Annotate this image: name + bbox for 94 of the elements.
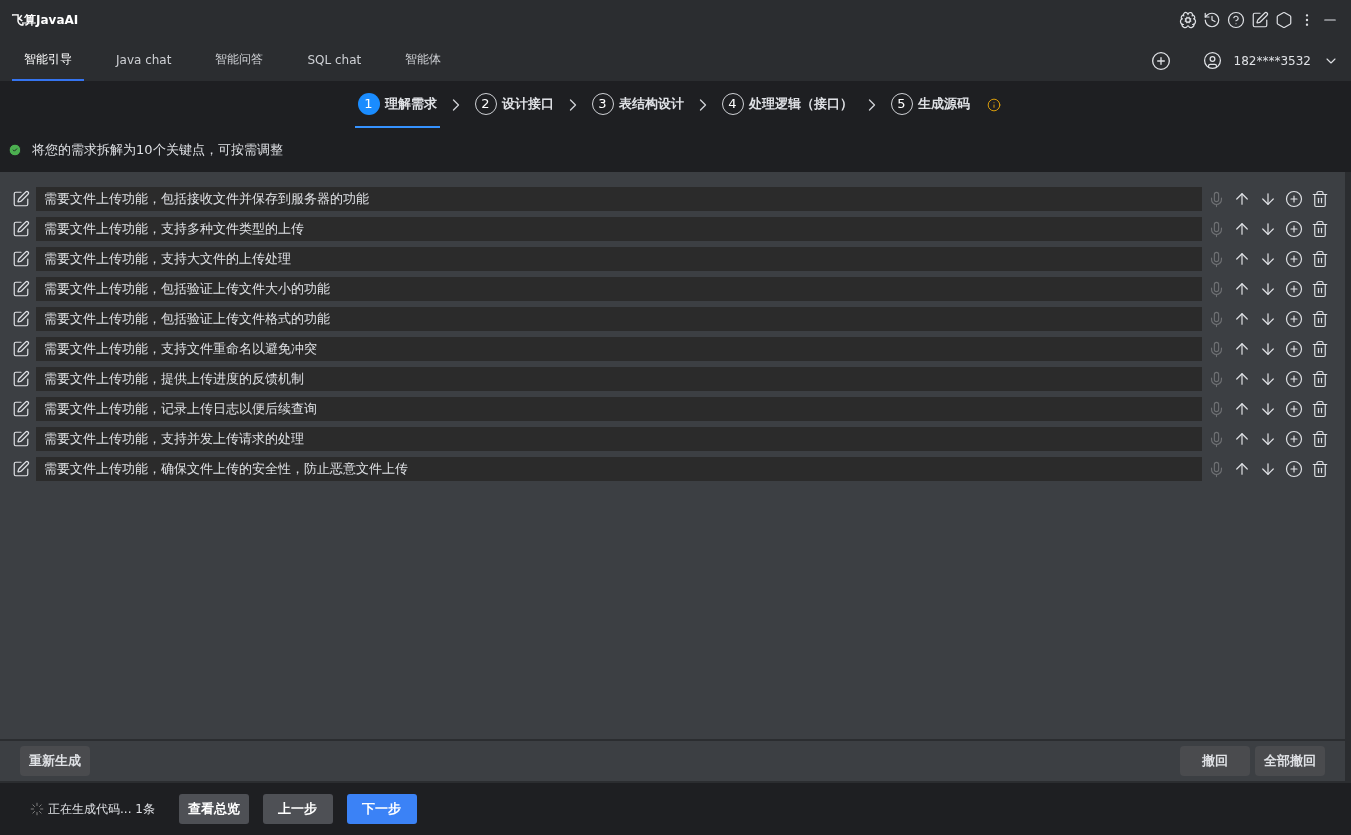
edit-icon[interactable] bbox=[12, 370, 30, 388]
delete-icon[interactable] bbox=[1311, 460, 1329, 478]
add-icon[interactable] bbox=[1285, 250, 1303, 268]
move-down-icon[interactable] bbox=[1259, 460, 1277, 478]
edit-icon[interactable] bbox=[12, 460, 30, 478]
move-down-icon[interactable] bbox=[1259, 220, 1277, 238]
requirement-field[interactable]: 需要文件上传功能，支持文件重命名以避免冲突 bbox=[36, 337, 1202, 361]
move-down-icon[interactable] bbox=[1259, 280, 1277, 298]
edit-icon[interactable] bbox=[12, 430, 30, 448]
edit-icon[interactable] bbox=[12, 280, 30, 298]
step-label: 表结构设计 bbox=[618, 94, 684, 113]
edit-icon[interactable] bbox=[1251, 11, 1269, 29]
progress-text: 正在生成代码... 1条 bbox=[48, 800, 155, 818]
requirement-field[interactable]: 需要文件上传功能，确保文件上传的安全性，防止恶意文件上传 bbox=[36, 457, 1202, 481]
tab[interactable]: 智能问答 bbox=[203, 40, 276, 81]
requirement-field[interactable]: 需要文件上传功能，记录上传日志以便后续查询 bbox=[36, 397, 1202, 421]
info-icon[interactable] bbox=[986, 97, 1001, 112]
add-icon[interactable] bbox=[1285, 340, 1303, 358]
footer-button[interactable]: 上一步 bbox=[262, 794, 333, 824]
user-icon[interactable] bbox=[1202, 51, 1222, 70]
requirement-field[interactable]: 需要文件上传功能，提供上传进度的反馈机制 bbox=[36, 367, 1202, 391]
move-down-icon[interactable] bbox=[1259, 400, 1277, 418]
edit-icon[interactable] bbox=[12, 190, 30, 208]
requirement-field[interactable]: 需要文件上传功能，包括接收文件并保存到服务器的功能 bbox=[36, 187, 1202, 211]
delete-icon[interactable] bbox=[1311, 340, 1329, 358]
step-tab[interactable]: 5 生成源码 bbox=[887, 81, 973, 128]
requirement-field[interactable]: 需要文件上传功能，包括验证上传文件格式的功能 bbox=[36, 307, 1202, 331]
delete-icon[interactable] bbox=[1311, 400, 1329, 418]
history-icon[interactable] bbox=[1203, 11, 1221, 29]
tab[interactable]: 智能引导 bbox=[12, 40, 84, 81]
tab[interactable]: 智能体 bbox=[393, 40, 454, 81]
step-tab[interactable]: 2 设计接口 bbox=[471, 81, 557, 128]
delete-icon[interactable] bbox=[1311, 310, 1329, 328]
requirement-field[interactable]: 需要文件上传功能，支持大文件的上传处理 bbox=[36, 247, 1202, 271]
step-number: 1 bbox=[357, 92, 380, 115]
regenerate-button[interactable]: 重新生成 bbox=[20, 746, 90, 776]
footer-button[interactable]: 下一步 bbox=[346, 794, 417, 824]
help-icon[interactable] bbox=[1227, 11, 1245, 29]
move-up-icon[interactable] bbox=[1233, 220, 1251, 238]
step-tab[interactable]: 1 理解需求 bbox=[354, 81, 440, 128]
add-icon[interactable] bbox=[1285, 430, 1303, 448]
delete-icon[interactable] bbox=[1311, 280, 1329, 298]
add-icon[interactable] bbox=[1285, 310, 1303, 328]
move-up-icon[interactable] bbox=[1233, 250, 1251, 268]
undo-button[interactable]: 全部撤回 bbox=[1255, 746, 1325, 776]
status-message: 将您的需求拆解为10个关键点，可按需调整 bbox=[32, 141, 283, 159]
move-down-icon[interactable] bbox=[1259, 430, 1277, 448]
add-icon[interactable] bbox=[1285, 400, 1303, 418]
edit-icon[interactable] bbox=[12, 250, 30, 268]
edit-icon[interactable] bbox=[12, 310, 30, 328]
tab[interactable]: Java chat bbox=[104, 40, 184, 81]
delete-icon[interactable] bbox=[1311, 220, 1329, 238]
spinner-icon bbox=[30, 802, 44, 816]
footer-button[interactable]: 查看总览 bbox=[178, 794, 249, 824]
requirement-field[interactable]: 需要文件上传功能，包括验证上传文件大小的功能 bbox=[36, 277, 1202, 301]
move-up-icon[interactable] bbox=[1233, 190, 1251, 208]
delete-icon[interactable] bbox=[1311, 190, 1329, 208]
requirement-field[interactable]: 需要文件上传功能，支持多种文件类型的上传 bbox=[36, 217, 1202, 241]
add-icon[interactable] bbox=[1285, 220, 1303, 238]
move-up-icon[interactable] bbox=[1233, 460, 1251, 478]
add-icon[interactable] bbox=[1285, 280, 1303, 298]
step-label: 生成源码 bbox=[917, 94, 970, 113]
move-up-icon[interactable] bbox=[1233, 370, 1251, 388]
move-up-icon[interactable] bbox=[1233, 430, 1251, 448]
move-up-icon[interactable] bbox=[1233, 340, 1251, 358]
add-icon[interactable] bbox=[1150, 50, 1171, 71]
window-title: 飞算JavaAI bbox=[12, 11, 79, 29]
edit-icon[interactable] bbox=[12, 400, 30, 418]
check-icon bbox=[8, 143, 22, 157]
tab[interactable]: SQL chat bbox=[295, 40, 374, 81]
move-up-icon[interactable] bbox=[1233, 280, 1251, 298]
add-icon[interactable] bbox=[1285, 460, 1303, 478]
delete-icon[interactable] bbox=[1311, 430, 1329, 448]
step-label: 处理逻辑（接口） bbox=[748, 94, 853, 113]
step-label: 设计接口 bbox=[501, 94, 554, 113]
edit-icon[interactable] bbox=[12, 340, 30, 358]
step-tab[interactable]: 3 表结构设计 bbox=[588, 81, 687, 128]
edit-icon[interactable] bbox=[12, 220, 30, 238]
move-up-icon[interactable] bbox=[1233, 310, 1251, 328]
move-down-icon[interactable] bbox=[1259, 190, 1277, 208]
delete-icon[interactable] bbox=[1311, 370, 1329, 388]
step-tab[interactable]: 4 处理逻辑（接口） bbox=[718, 81, 856, 128]
add-icon[interactable] bbox=[1285, 190, 1303, 208]
move-down-icon[interactable] bbox=[1259, 340, 1277, 358]
requirement-field[interactable]: 需要文件上传功能，支持并发上传请求的处理 bbox=[36, 427, 1202, 451]
add-icon[interactable] bbox=[1285, 370, 1303, 388]
move-down-icon[interactable] bbox=[1259, 310, 1277, 328]
move-down-icon[interactable] bbox=[1259, 250, 1277, 268]
step-label: 理解需求 bbox=[384, 94, 437, 113]
undo-button[interactable]: 撤回 bbox=[1180, 746, 1250, 776]
move-down-icon[interactable] bbox=[1259, 370, 1277, 388]
user-name[interactable]: 182****3532 bbox=[1233, 53, 1311, 68]
delete-icon[interactable] bbox=[1311, 250, 1329, 268]
move-up-icon[interactable] bbox=[1233, 400, 1251, 418]
